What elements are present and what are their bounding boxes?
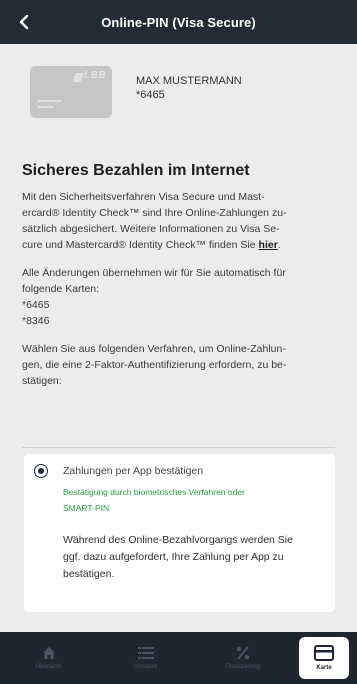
choose-line: stätigen:	[22, 375, 62, 387]
card-number: *6465	[136, 89, 165, 101]
intro-line: Mit den Sicherheitsverfahren Visa Secure…	[22, 191, 265, 203]
percent-icon	[236, 646, 249, 660]
card-stripe	[38, 106, 54, 108]
card-stripe	[38, 100, 62, 102]
card-logo: LBB	[84, 70, 107, 81]
chevron-left-icon	[19, 14, 29, 30]
back-button[interactable]	[10, 8, 38, 36]
intro-line: sätzlich abgesichert. Weitere Informatio…	[22, 223, 280, 235]
nav-label: Übersicht	[35, 664, 62, 670]
card-info: MAX MUSTERMANN *6465	[136, 74, 242, 102]
app-header: Online-PIN (Visa Secure)	[0, 0, 357, 44]
info-link[interactable]: hier	[259, 239, 278, 251]
divider	[22, 447, 335, 448]
list-icon	[137, 647, 154, 659]
page-title: Online-PIN (Visa Secure)	[101, 14, 256, 30]
nav-label: Umsätze	[133, 664, 158, 670]
nav-item-transactions[interactable]: Umsätze	[97, 632, 194, 684]
choose-line: Wählen Sie aus folgenden Verfahren, um O…	[22, 343, 286, 355]
card-holder: MAX MUSTERMANN	[136, 75, 242, 87]
changes-line: folgende Karten:	[22, 283, 100, 295]
nav-item-financing[interactable]: Finanzierung	[194, 632, 291, 684]
choose-line: gen, die eine 2-Faktor-Authentifizierung…	[22, 359, 287, 371]
nav-item-card[interactable]: Karte	[299, 637, 349, 679]
intro-line: cure und Mastercard® Identity Check™ fin…	[22, 239, 259, 251]
option-title: Zahlungen per App bestätigen	[63, 465, 204, 477]
option-description: Während des Online-Bezahlvorgangs werden…	[63, 532, 323, 583]
bottom-nav: Übersicht Umsätze Finanzierung Karte	[0, 632, 357, 684]
section-heading: Sicheres Bezahlen im Internet	[22, 162, 250, 179]
main-content: Sicheres Bezahlen im Internet Mit den Si…	[22, 162, 346, 389]
card-icon	[314, 645, 334, 661]
intro-text: Mit den Sicherheitsverfahren Visa Secure…	[22, 189, 346, 253]
nav-item-overview[interactable]: Übersicht	[0, 632, 97, 684]
card-image: LBB	[30, 66, 112, 118]
card-logo-mark	[72, 73, 84, 82]
option-app-confirmation[interactable]: Zahlungen per App bestätigen Bestätigung…	[24, 454, 335, 612]
home-icon	[42, 647, 55, 659]
card-number-item: *6465	[22, 299, 50, 311]
choose-text: Wählen Sie aus folgenden Verfahren, um O…	[22, 341, 346, 389]
intro-line: ercard® Identity Check™ sind Ihre Online…	[22, 207, 287, 219]
nav-label: Karte	[316, 665, 332, 671]
option-desc-line: ggf. dazu aufgefordert, Ihre Zahlung per…	[63, 551, 284, 563]
changes-text: Alle Änderungen übernehmen wir für Sie a…	[22, 265, 346, 329]
option-desc-line: Während des Online-Bezahlvorgangs werden…	[63, 534, 293, 546]
card-summary: LBB MAX MUSTERMANN *6465	[30, 66, 242, 118]
option-subtitle-line: Bestätigung durch biometrisches Verfahre…	[63, 487, 245, 497]
radio-button[interactable]	[34, 464, 48, 478]
intro-end: .	[277, 239, 281, 251]
option-desc-line: bestätigen.	[63, 568, 115, 580]
option-subtitle-line: SMART-PIN	[63, 503, 110, 513]
card-number-item: *8346	[22, 315, 50, 327]
option-subtitle: Bestätigung durch biometrisches Verfahre…	[63, 484, 313, 516]
radio-selected-dot	[38, 468, 44, 474]
changes-line: Alle Änderungen übernehmen wir für Sie a…	[22, 267, 286, 279]
nav-label: Finanzierung	[225, 664, 260, 670]
